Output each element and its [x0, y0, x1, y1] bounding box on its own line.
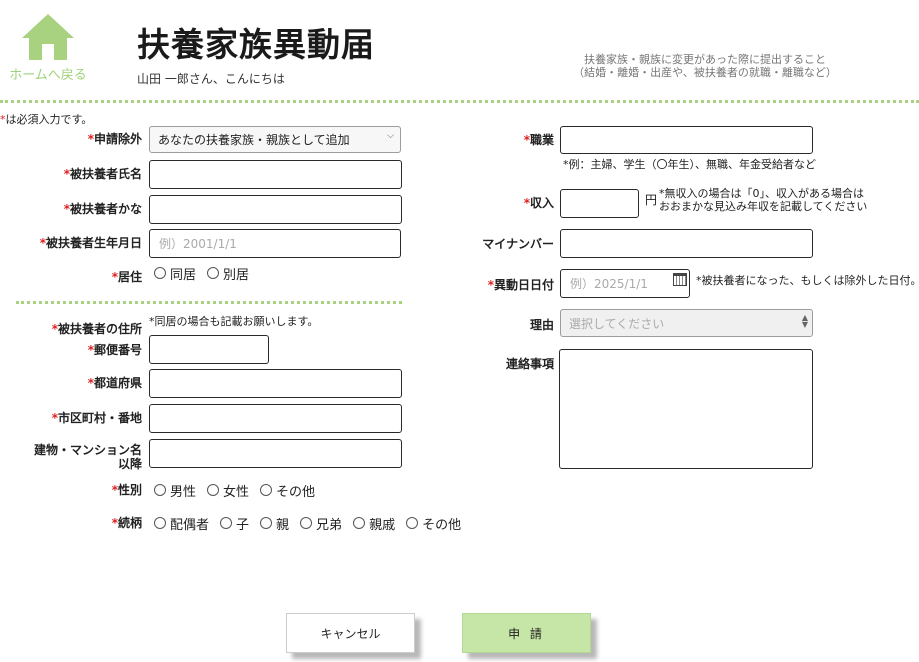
notes-label: 連絡事項	[505, 357, 554, 371]
reason-select[interactable]: 選択してください ▲ ▼	[560, 309, 813, 337]
my-number-label: マイナンバー	[482, 237, 554, 251]
header-divider	[0, 100, 919, 103]
income-input[interactable]	[560, 189, 639, 218]
calendar-icon[interactable]	[673, 273, 687, 286]
section-divider	[16, 301, 402, 304]
dependent-kana-input[interactable]	[149, 195, 402, 224]
radio-separate[interactable]: 別居	[207, 264, 249, 283]
dependent-birthdate-label: *被扶養者生年月日	[39, 236, 142, 250]
description-line-2: （結婚・離婚・出産や、被扶養者の就職・離職など）	[573, 66, 837, 79]
residence-label: *居住	[111, 270, 142, 284]
home-icon	[22, 14, 74, 60]
occupation-label: *職業	[523, 133, 554, 147]
gender-label: *性別	[111, 483, 142, 497]
postal-code-input[interactable]	[149, 335, 269, 364]
address-label: *被扶養者の住所	[51, 322, 142, 336]
relationship-label: *続柄	[111, 516, 142, 530]
prefecture-label: *都道府県	[87, 376, 142, 390]
my-number-input[interactable]	[560, 229, 813, 258]
submit-button[interactable]: 申 請	[462, 613, 591, 653]
city-input[interactable]	[149, 404, 402, 433]
gender-radio-group: 男性 女性 その他	[154, 481, 326, 500]
dependent-name-label: *被扶養者氏名	[63, 167, 142, 181]
application-type-select[interactable]: あなたの扶養家族・親族として追加 ⌵	[149, 126, 401, 153]
income-unit: 円	[645, 193, 658, 207]
home-label: ホームへ戻る	[9, 68, 87, 83]
dependent-name-input[interactable]	[149, 160, 402, 189]
city-label: *市区町村・番地	[51, 411, 142, 425]
radio-relationship-other[interactable]: その他	[406, 514, 461, 533]
home-link[interactable]: ホームへ戻る	[0, 8, 96, 92]
radio-gender-other[interactable]: その他	[260, 481, 315, 500]
residence-radio-group: 同居 別居	[154, 264, 260, 283]
income-label: *収入	[523, 196, 554, 210]
radio-female[interactable]: 女性	[207, 481, 249, 500]
page-description: 扶養家族・親族に変更があった際に提出すること （結婚・離婚・出産や、被扶養者の就…	[540, 53, 870, 79]
occupation-input[interactable]	[560, 126, 813, 154]
radio-spouse[interactable]: 配偶者	[154, 514, 209, 533]
building-label: 建物・マンション名 以降	[33, 443, 142, 471]
radio-male[interactable]: 男性	[154, 481, 196, 500]
chevron-down-icon: ⌵	[387, 131, 394, 141]
greeting: 山田 一郎さん、こんにちは	[137, 72, 285, 86]
cancel-button[interactable]: キャンセル	[286, 613, 415, 653]
notes-textarea[interactable]	[559, 349, 813, 469]
radio-relative[interactable]: 親戚	[353, 514, 395, 533]
reason-label: 理由	[529, 318, 554, 332]
income-hint: *無収入の場合は「0」、収入がある場合は おおまかな見込み年収を記載してください	[659, 187, 868, 213]
dependent-kana-label: *被扶養者かな	[63, 202, 142, 216]
dependent-birthdate-input[interactable]: 例）2001/1/1	[149, 229, 401, 258]
prefecture-input[interactable]	[149, 369, 402, 398]
address-note: *同居の場合も記載お願いします。	[149, 315, 319, 328]
radio-child[interactable]: 子	[220, 514, 249, 533]
page-title: 扶養家族異動届	[137, 25, 375, 64]
description-line-1: 扶養家族・親族に変更があった際に提出すること	[584, 53, 826, 66]
radio-cohabiting[interactable]: 同居	[154, 264, 196, 283]
application-type-label: *申請除外	[87, 132, 142, 146]
required-note: *は必須入力です。	[0, 113, 93, 126]
change-date-input[interactable]: 例）2025/1/1	[560, 269, 690, 298]
building-input[interactable]	[149, 439, 402, 468]
occupation-hint: *例：主婦、学生（〇年生）、無職、年金受給者など	[563, 158, 816, 171]
relationship-radio-group: 配偶者 子 親 兄弟 親戚 その他	[154, 514, 472, 533]
postal-code-label: *郵便番号	[87, 343, 142, 357]
radio-sibling[interactable]: 兄弟	[300, 514, 342, 533]
spinner-arrows-icon: ▲ ▼	[801, 313, 808, 329]
radio-parent[interactable]: 親	[260, 514, 289, 533]
change-date-hint: *被扶養者になった、もしくは除外した日付。	[696, 274, 919, 287]
change-date-label: *異動日日付	[487, 278, 554, 292]
